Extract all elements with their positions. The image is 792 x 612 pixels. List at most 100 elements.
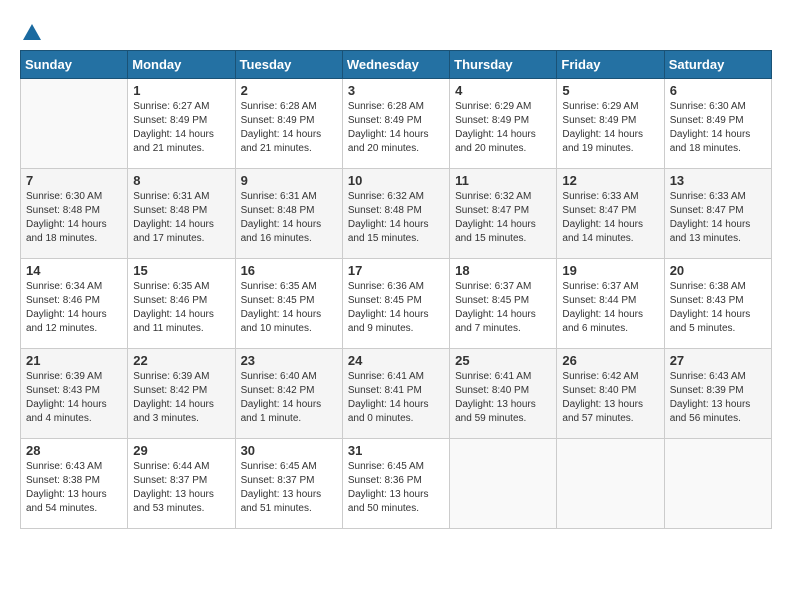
header-cell-saturday: Saturday: [664, 50, 771, 78]
day-info: Sunrise: 6:45 AM Sunset: 8:37 PM Dayligh…: [241, 460, 337, 516]
day-cell: 15 Sunrise: 6:35 AM Sunset: 8:46 PM Dayli…: [128, 258, 235, 348]
day-number: 18: [455, 263, 551, 278]
day-cell: 5Sunrise: 6:29 AM Sunset: 8:49 PM Daylig…: [557, 78, 664, 168]
day-cell: 25 Sunrise: 6:41 AM Sunset: 8:40 PM Dayli…: [450, 348, 557, 438]
day-number: 31: [348, 443, 444, 458]
day-cell: 8Sunrise: 6:31 AM Sunset: 8:48 PM Daylig…: [128, 168, 235, 258]
day-number: 10: [348, 173, 444, 188]
day-cell: 14Sunrise: 6:34 AM Sunset: 8:46 PM Dayli…: [21, 258, 128, 348]
day-info: Sunrise: 6:33 AM Sunset: 8:47 PM Dayligh…: [562, 190, 658, 246]
day-number: 16: [241, 263, 337, 278]
day-cell: 17Sunrise: 6:36 AM Sunset: 8:45 PM Dayli…: [342, 258, 449, 348]
day-info: Sunrise: 6:35 AM Sunset: 8:45 PM Dayligh…: [241, 280, 337, 336]
day-cell: 6 Sunrise: 6:30 AM Sunset: 8:49 PM Daylig…: [664, 78, 771, 168]
week-row-4: 21 Sunrise: 6:39 AM Sunset: 8:43 PM Dayli…: [21, 348, 772, 438]
day-info: Sunrise: 6:39 AM Sunset: 8:43 PM Dayligh…: [26, 370, 122, 426]
day-number: 30: [241, 443, 337, 458]
day-number: 25: [455, 353, 551, 368]
day-cell: 20 Sunrise: 6:38 AM Sunset: 8:43 PM Dayli…: [664, 258, 771, 348]
day-cell: 16 Sunrise: 6:35 AM Sunset: 8:45 PM Dayli…: [235, 258, 342, 348]
day-cell: 31 Sunrise: 6:45 AM Sunset: 8:36 PM Dayli…: [342, 438, 449, 528]
day-info: Sunrise: 6:42 AM Sunset: 8:40 PM Dayligh…: [562, 370, 658, 426]
day-number: 9: [241, 173, 337, 188]
day-number: 12: [562, 173, 658, 188]
day-info: Sunrise: 6:32 AM Sunset: 8:47 PM Dayligh…: [455, 190, 551, 246]
day-cell: 22 Sunrise: 6:39 AM Sunset: 8:42 PM Dayli…: [128, 348, 235, 438]
logo-icon: [21, 22, 43, 44]
day-number: 28: [26, 443, 122, 458]
header-row: SundayMondayTuesdayWednesdayThursdayFrid…: [21, 50, 772, 78]
day-info: Sunrise: 6:33 AM Sunset: 8:47 PM Dayligh…: [670, 190, 766, 246]
day-cell: 30 Sunrise: 6:45 AM Sunset: 8:37 PM Dayli…: [235, 438, 342, 528]
day-info: Sunrise: 6:34 AM Sunset: 8:46 PM Dayligh…: [26, 280, 122, 336]
day-cell: 13 Sunrise: 6:33 AM Sunset: 8:47 PM Dayli…: [664, 168, 771, 258]
day-number: 23: [241, 353, 337, 368]
day-info: Sunrise: 6:31 AM Sunset: 8:48 PM Dayligh…: [241, 190, 337, 246]
day-number: 5: [562, 83, 658, 98]
day-info: Sunrise: 6:28 AM Sunset: 8:49 PM Dayligh…: [241, 100, 337, 156]
day-cell: 27 Sunrise: 6:43 AM Sunset: 8:39 PM Dayli…: [664, 348, 771, 438]
day-cell: [21, 78, 128, 168]
day-info: Sunrise: 6:30 AM Sunset: 8:49 PM Dayligh…: [670, 100, 766, 156]
day-info: Sunrise: 6:37 AM Sunset: 8:45 PM Dayligh…: [455, 280, 551, 336]
day-info: Sunrise: 6:40 AM Sunset: 8:42 PM Dayligh…: [241, 370, 337, 426]
day-info: Sunrise: 6:44 AM Sunset: 8:37 PM Dayligh…: [133, 460, 229, 516]
day-cell: [557, 438, 664, 528]
day-cell: 18 Sunrise: 6:37 AM Sunset: 8:45 PM Dayli…: [450, 258, 557, 348]
day-cell: 19Sunrise: 6:37 AM Sunset: 8:44 PM Dayli…: [557, 258, 664, 348]
day-info: Sunrise: 6:41 AM Sunset: 8:40 PM Dayligh…: [455, 370, 551, 426]
day-number: 27: [670, 353, 766, 368]
day-info: Sunrise: 6:45 AM Sunset: 8:36 PM Dayligh…: [348, 460, 444, 516]
day-number: 3: [348, 83, 444, 98]
header-cell-tuesday: Tuesday: [235, 50, 342, 78]
day-number: 1: [133, 83, 229, 98]
day-cell: 12 Sunrise: 6:33 AM Sunset: 8:47 PM Dayli…: [557, 168, 664, 258]
day-cell: [664, 438, 771, 528]
day-info: Sunrise: 6:27 AM Sunset: 8:49 PM Dayligh…: [133, 100, 229, 156]
day-number: 29: [133, 443, 229, 458]
header-cell-thursday: Thursday: [450, 50, 557, 78]
day-number: 15: [133, 263, 229, 278]
day-cell: 7 Sunrise: 6:30 AM Sunset: 8:48 PM Daylig…: [21, 168, 128, 258]
day-number: 7: [26, 173, 122, 188]
day-info: Sunrise: 6:29 AM Sunset: 8:49 PM Dayligh…: [455, 100, 551, 156]
day-info: Sunrise: 6:39 AM Sunset: 8:42 PM Dayligh…: [133, 370, 229, 426]
calendar-body: 1 Sunrise: 6:27 AM Sunset: 8:49 PM Daylig…: [21, 78, 772, 528]
week-row-1: 1 Sunrise: 6:27 AM Sunset: 8:49 PM Daylig…: [21, 78, 772, 168]
day-info: Sunrise: 6:43 AM Sunset: 8:38 PM Dayligh…: [26, 460, 122, 516]
day-cell: 4Sunrise: 6:29 AM Sunset: 8:49 PM Daylig…: [450, 78, 557, 168]
day-info: Sunrise: 6:35 AM Sunset: 8:46 PM Dayligh…: [133, 280, 229, 336]
day-number: 20: [670, 263, 766, 278]
week-row-5: 28 Sunrise: 6:43 AM Sunset: 8:38 PM Dayli…: [21, 438, 772, 528]
day-number: 13: [670, 173, 766, 188]
day-info: Sunrise: 6:38 AM Sunset: 8:43 PM Dayligh…: [670, 280, 766, 336]
day-cell: 23 Sunrise: 6:40 AM Sunset: 8:42 PM Dayli…: [235, 348, 342, 438]
day-number: 19: [562, 263, 658, 278]
day-cell: 3Sunrise: 6:28 AM Sunset: 8:49 PM Daylig…: [342, 78, 449, 168]
day-number: 6: [670, 83, 766, 98]
day-number: 22: [133, 353, 229, 368]
day-number: 26: [562, 353, 658, 368]
day-number: 11: [455, 173, 551, 188]
day-cell: [450, 438, 557, 528]
header-cell-sunday: Sunday: [21, 50, 128, 78]
calendar-header: SundayMondayTuesdayWednesdayThursdayFrid…: [21, 50, 772, 78]
calendar-table: SundayMondayTuesdayWednesdayThursdayFrid…: [20, 50, 772, 529]
day-number: 8: [133, 173, 229, 188]
week-row-2: 7 Sunrise: 6:30 AM Sunset: 8:48 PM Daylig…: [21, 168, 772, 258]
day-info: Sunrise: 6:43 AM Sunset: 8:39 PM Dayligh…: [670, 370, 766, 426]
day-cell: 29 Sunrise: 6:44 AM Sunset: 8:37 PM Dayli…: [128, 438, 235, 528]
day-cell: 11 Sunrise: 6:32 AM Sunset: 8:47 PM Dayli…: [450, 168, 557, 258]
day-number: 24: [348, 353, 444, 368]
day-cell: 9 Sunrise: 6:31 AM Sunset: 8:48 PM Daylig…: [235, 168, 342, 258]
logo-text: [20, 20, 44, 40]
day-cell: 10Sunrise: 6:32 AM Sunset: 8:48 PM Dayli…: [342, 168, 449, 258]
header-cell-wednesday: Wednesday: [342, 50, 449, 78]
day-cell: 26 Sunrise: 6:42 AM Sunset: 8:40 PM Dayli…: [557, 348, 664, 438]
day-number: 21: [26, 353, 122, 368]
day-info: Sunrise: 6:30 AM Sunset: 8:48 PM Dayligh…: [26, 190, 122, 246]
week-row-3: 14Sunrise: 6:34 AM Sunset: 8:46 PM Dayli…: [21, 258, 772, 348]
page-header: [20, 20, 772, 40]
day-cell: 21 Sunrise: 6:39 AM Sunset: 8:43 PM Dayli…: [21, 348, 128, 438]
logo: [20, 20, 44, 40]
